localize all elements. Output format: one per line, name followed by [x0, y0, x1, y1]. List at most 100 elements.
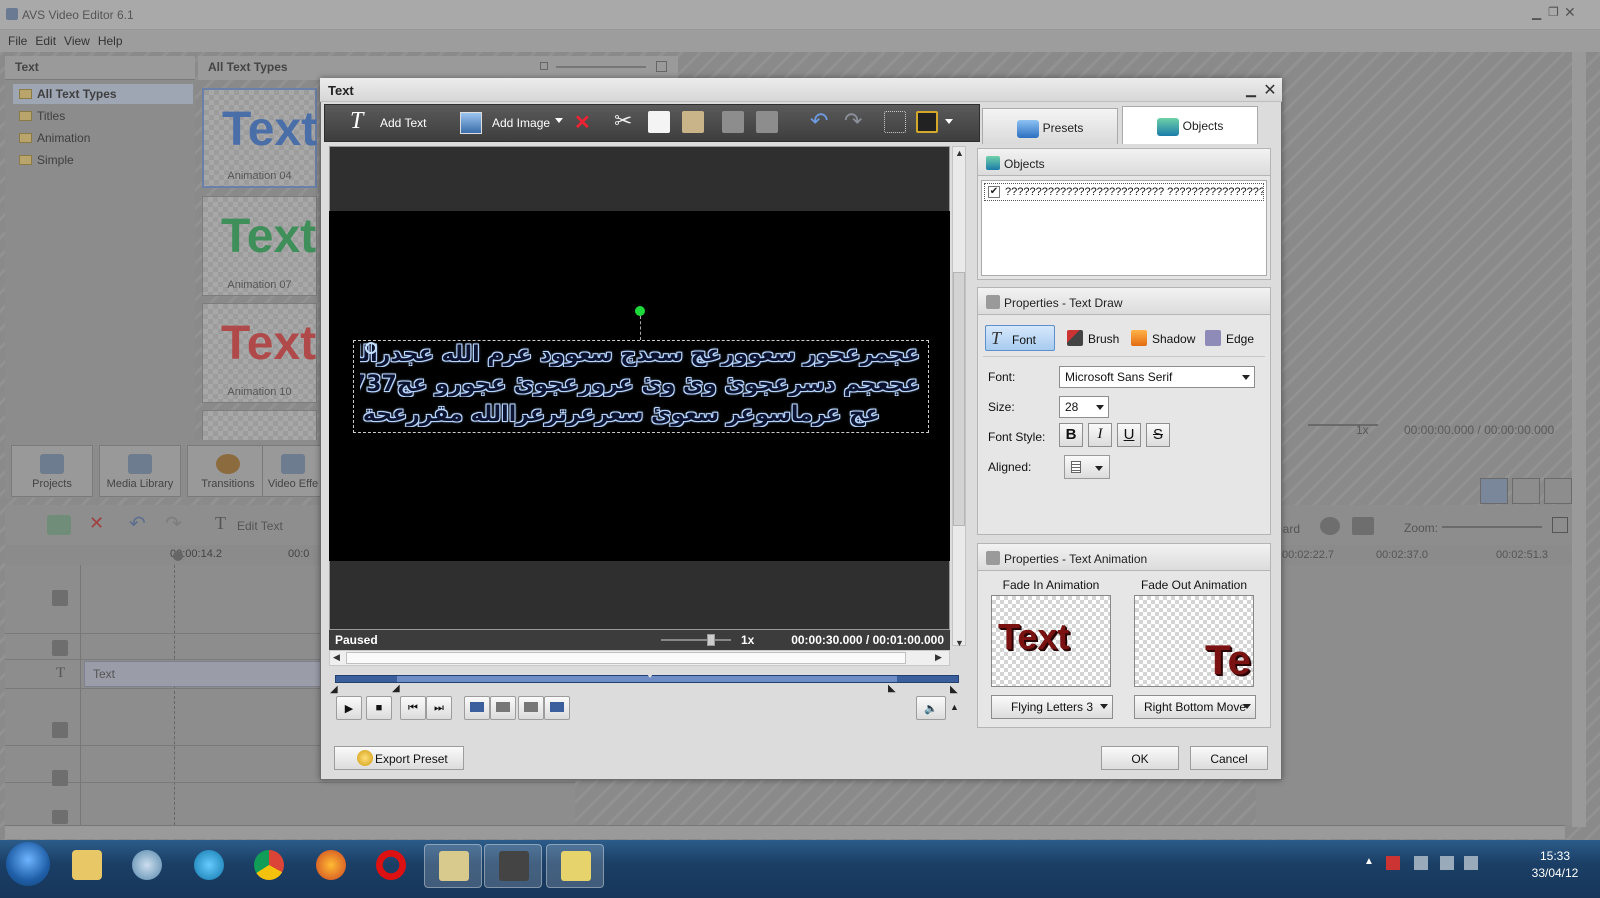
preview-hscroll[interactable]: ◀ ▶ [329, 650, 950, 666]
scroll-right-icon[interactable]: ▶ [935, 652, 942, 663]
background-dropdown-icon[interactable] [945, 119, 953, 124]
subtab-shadow[interactable]: Shadow [1126, 325, 1200, 351]
zoom-slider[interactable] [1442, 526, 1542, 528]
subtab-brush[interactable]: Brush [1062, 325, 1128, 351]
volume-icon[interactable] [1544, 478, 1572, 504]
zoom-large-icon[interactable] [656, 61, 667, 72]
bold-button[interactable]: B [1059, 423, 1083, 447]
gallery-zoom-slider[interactable] [556, 66, 646, 68]
align-select[interactable] [1064, 455, 1110, 479]
gallery-thumb[interactable]: Text Animation 10 [202, 303, 317, 403]
tab-presets[interactable]: Presets [982, 108, 1118, 144]
start-button[interactable] [6, 842, 50, 886]
grid-icon[interactable] [884, 111, 906, 133]
fade-out-end-button[interactable] [544, 696, 570, 720]
redo-icon[interactable]: ↷ [165, 511, 182, 536]
tab-objects[interactable]: Objects [1122, 106, 1258, 144]
tray-volume-icon[interactable] [1464, 856, 1478, 870]
subtab-font[interactable]: T Font [985, 325, 1055, 351]
italic-button[interactable]: I [1088, 423, 1112, 447]
menu-file[interactable]: File [8, 34, 27, 48]
transitions-button[interactable]: Transitions [187, 445, 269, 497]
preview-hscroll-thumb[interactable] [346, 652, 906, 664]
volume-button[interactable]: 🔈 [916, 696, 946, 720]
menu-help[interactable]: Help [98, 34, 123, 48]
rate-slider-thumb[interactable] [707, 634, 715, 646]
dialog-close-icon[interactable]: ✕ [1262, 80, 1278, 99]
rotation-handle[interactable] [635, 306, 645, 316]
taskbar-avs[interactable] [484, 844, 542, 888]
delete-object-icon[interactable]: ✕ [574, 110, 591, 135]
cut-icon[interactable]: ✂ [614, 108, 632, 134]
timeline-hscroll[interactable] [5, 825, 1565, 839]
scroll-up-icon[interactable]: ▲ [955, 148, 964, 158]
tray-monitor-icon[interactable] [1440, 856, 1454, 870]
delete-icon[interactable]: ✕ [89, 513, 104, 534]
preview-vscroll-thumb[interactable] [953, 272, 965, 526]
play-button[interactable]: ▶ [336, 696, 362, 720]
taskbar-app-2[interactable] [546, 844, 604, 888]
tree-item-simple[interactable]: Simple [13, 150, 193, 170]
taskbar-opera[interactable] [362, 844, 420, 888]
next-frame-button[interactable]: ⏭ [426, 696, 452, 720]
scroll-down-icon[interactable]: ▼ [955, 638, 964, 648]
tray-expand-icon[interactable]: ▲ [1364, 856, 1378, 870]
mark-out-handle[interactable]: ◣ [888, 683, 896, 694]
projects-button[interactable]: Projects [11, 445, 93, 497]
add-icon[interactable] [47, 515, 71, 535]
add-text-button[interactable]: T Add Text [350, 108, 436, 138]
display-icon[interactable] [1352, 517, 1374, 535]
text-clip[interactable]: Text [84, 661, 324, 687]
mark-in-handle[interactable]: ◢ [392, 683, 400, 694]
taskbar-clock[interactable]: 15:33 33/04/12 [1520, 848, 1590, 882]
taskbar-safari[interactable] [118, 844, 176, 888]
seek-position-handle[interactable] [644, 670, 656, 678]
record-icon[interactable] [1320, 517, 1340, 535]
dialog-minimize-icon[interactable]: ▁ [1246, 82, 1260, 97]
zoom-small-icon[interactable] [540, 62, 548, 70]
undo-icon[interactable]: ↶ [129, 511, 146, 536]
underline-button[interactable]: U [1117, 423, 1141, 447]
volume-dropdown-icon[interactable]: ▲ [950, 702, 959, 712]
monitor-icon[interactable] [1480, 478, 1508, 504]
taskbar-app-1[interactable] [424, 844, 482, 888]
add-image-button[interactable]: Add Image [460, 108, 560, 138]
close-icon[interactable]: ✕ [1564, 4, 1576, 21]
cancel-button[interactable]: Cancel [1190, 746, 1268, 770]
scroll-left-icon[interactable]: ◀ [333, 652, 340, 663]
object-visible-checkbox[interactable]: ✔ [988, 186, 1000, 198]
playhead-icon[interactable] [173, 551, 183, 561]
undo-icon[interactable]: ↶ [810, 108, 828, 134]
tree-item-titles[interactable]: Titles [13, 106, 193, 126]
fade-in-select[interactable]: Flying Letters 3 [991, 695, 1113, 719]
media-library-button[interactable]: Media Library [99, 445, 181, 497]
size-select[interactable]: 28 [1059, 396, 1109, 418]
video-effects-button[interactable]: Video Effe [262, 445, 324, 497]
bring-forward-icon[interactable] [722, 111, 744, 133]
ok-button[interactable]: OK [1101, 746, 1179, 770]
taskbar-firefox[interactable] [302, 844, 360, 888]
subtab-edge[interactable]: Edge [1200, 325, 1262, 351]
previous-frame-button[interactable]: ⏮ [400, 696, 426, 720]
fade-out-preview[interactable]: Te [1134, 595, 1254, 687]
object-row[interactable]: ?????????????????????????? ?????????????… [984, 183, 1264, 201]
fade-in-end-button[interactable] [490, 696, 516, 720]
fade-in-preview[interactable]: Text [991, 595, 1111, 687]
strikethrough-button[interactable]: S [1146, 423, 1170, 447]
export-preset-button[interactable]: Export Preset [334, 746, 464, 770]
taskbar-chrome[interactable] [240, 844, 298, 888]
gallery-thumb[interactable]: Text Animation 04 [202, 88, 317, 188]
fade-out-start-button[interactable] [518, 696, 544, 720]
copy-icon[interactable] [648, 111, 670, 133]
minimize-icon[interactable]: ▁ [1532, 6, 1541, 20]
snapshot-icon[interactable] [1512, 478, 1540, 504]
gallery-thumb[interactable]: Text Animation 07 [202, 196, 317, 296]
fade-out-select[interactable]: Right Bottom Move [1134, 695, 1256, 719]
taskbar-ie[interactable] [180, 844, 238, 888]
fade-in-start-button[interactable] [464, 696, 490, 720]
redo-icon[interactable]: ↷ [844, 108, 862, 134]
tray-speaker-icon[interactable] [1414, 856, 1428, 870]
tree-item-animation[interactable]: Animation [13, 128, 193, 148]
menu-view[interactable]: View [64, 34, 90, 48]
background-color-icon[interactable] [916, 111, 938, 133]
